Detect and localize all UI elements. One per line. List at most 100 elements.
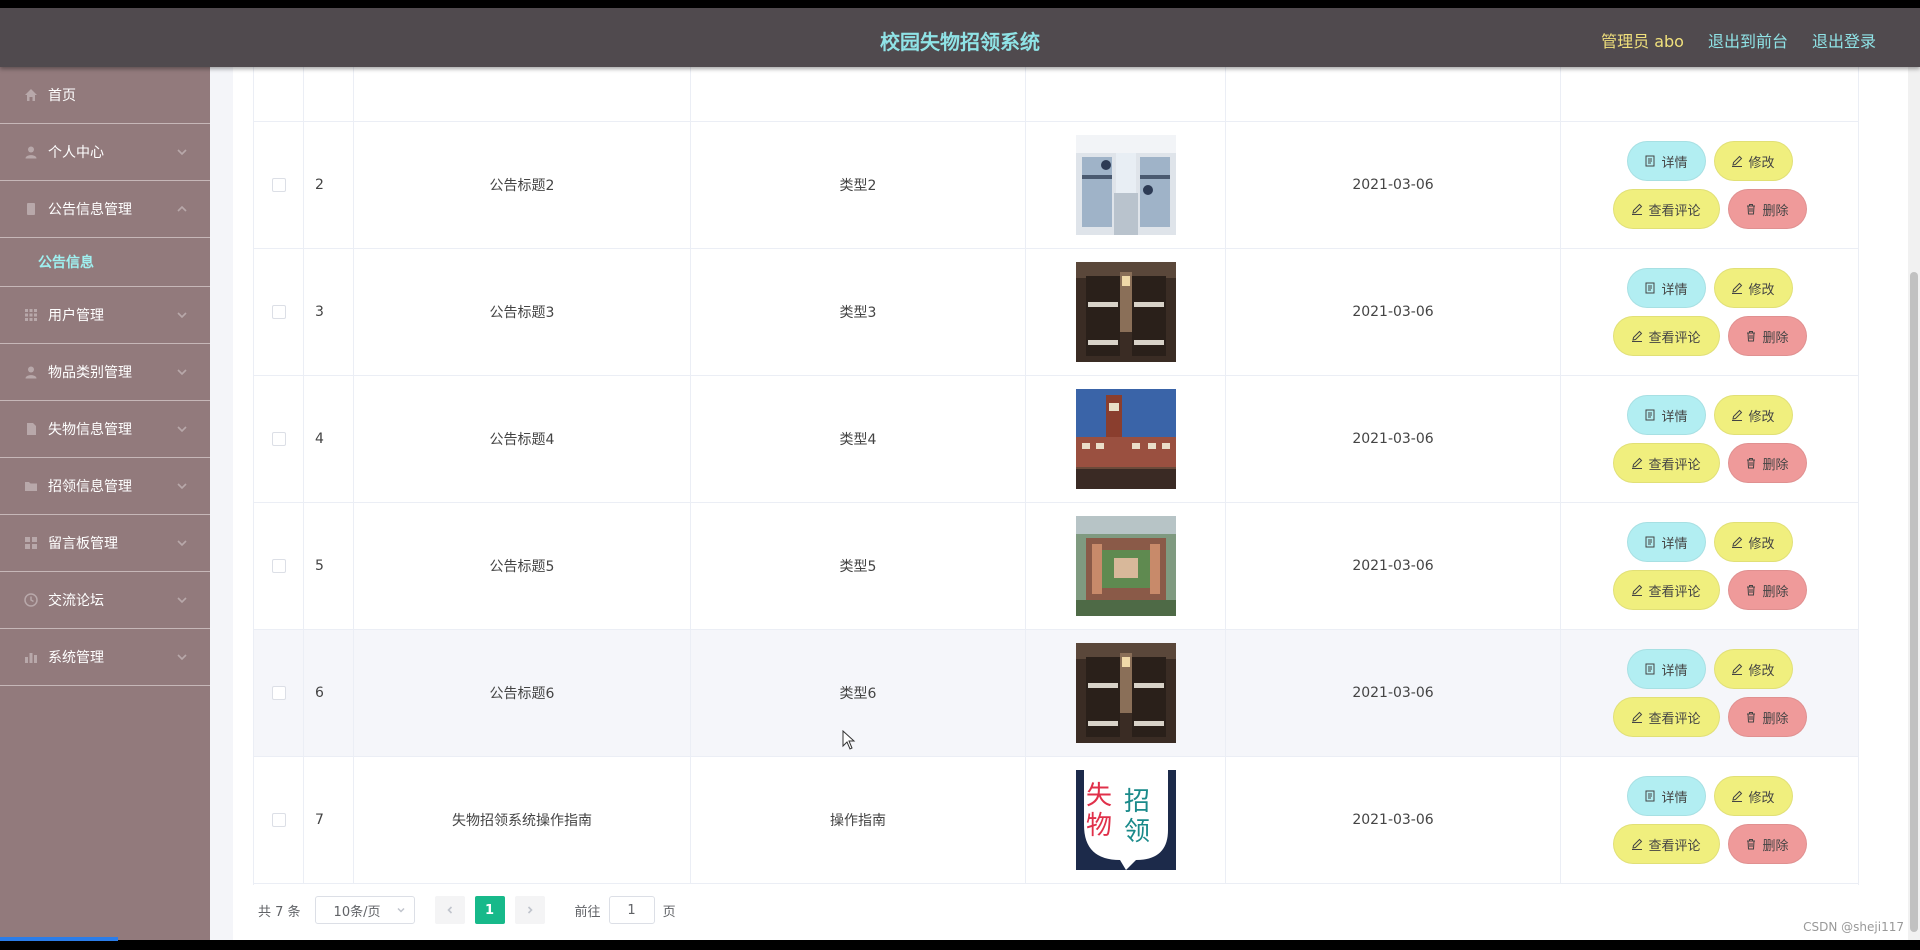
notice-type: 类型5 [691, 503, 1026, 629]
delete-button[interactable]: 删除 [1727, 443, 1807, 483]
delete-button[interactable]: 删除 [1727, 189, 1807, 229]
notice-table: 查看评论 删除 2公告标题2类型22021-03-06详情修改查看评论删除3公告… [253, 8, 1859, 885]
next-page-button[interactable] [514, 896, 545, 924]
notice-title: 公告标题6 [354, 630, 691, 756]
notice-type: 类型3 [691, 249, 1026, 375]
row-index: 7 [304, 757, 354, 883]
vertical-scrollbar[interactable] [1908, 67, 1920, 940]
sidebar-item-label: 用户管理 [48, 308, 104, 324]
sidebar-item-label: 公告信息管理 [48, 202, 132, 218]
view-comments-button[interactable]: 查看评论 [1612, 189, 1720, 229]
document-icon [1645, 536, 1655, 548]
chevron-down-icon [176, 480, 188, 492]
notice-image[interactable] [1075, 262, 1176, 362]
sidebar-item-label: 招领信息管理 [48, 479, 132, 495]
sidebar-item-lost-item-management[interactable]: 失物信息管理 [0, 401, 210, 458]
delete-button[interactable]: 删除 [1727, 570, 1807, 610]
notice-title: 公告标题5 [354, 503, 691, 629]
document-icon [1645, 155, 1655, 167]
notice-image[interactable] [1075, 389, 1176, 489]
row-checkbox[interactable] [271, 432, 286, 446]
sidebar-item-found-item-management[interactable]: 招领信息管理 [0, 458, 210, 515]
edit-button[interactable]: 修改 [1713, 395, 1793, 435]
edit-icon [1732, 282, 1743, 294]
row-checkbox[interactable] [271, 178, 286, 192]
sidebar-item-notice-management[interactable]: 公告信息管理 [0, 181, 210, 238]
goto-page-input[interactable]: 1 [608, 896, 655, 924]
document-icon [1645, 790, 1655, 802]
notice-image[interactable] [1075, 643, 1176, 743]
edit-button[interactable]: 修改 [1713, 268, 1793, 308]
notice-image[interactable] [1075, 135, 1176, 235]
edit-button[interactable]: 修改 [1713, 649, 1793, 689]
detail-button[interactable]: 详情 [1626, 522, 1706, 562]
notice-type: 操作指南 [691, 757, 1026, 883]
document-icon [1645, 663, 1655, 675]
chevron-down-icon [397, 907, 405, 913]
notice-title: 公告标题4 [354, 376, 691, 502]
row-checkbox[interactable] [271, 813, 286, 827]
logout-link[interactable]: 退出登录 [1812, 28, 1876, 52]
edit-icon [1632, 203, 1643, 215]
view-comments-button[interactable]: 查看评论 [1612, 316, 1720, 356]
edit-icon [1732, 663, 1743, 675]
loading-progress-bar [0, 937, 118, 941]
row-index: 4 [304, 376, 354, 502]
row-index: 2 [304, 122, 354, 248]
sidebar-item-home[interactable]: 首页 [0, 67, 210, 124]
sidebar-item-label: 留言板管理 [48, 536, 118, 552]
scrollbar-thumb[interactable] [1910, 272, 1918, 932]
edit-button[interactable]: 修改 [1713, 141, 1793, 181]
page-number-current[interactable]: 1 [474, 896, 505, 924]
detail-button[interactable]: 详情 [1626, 776, 1706, 816]
view-comments-button[interactable]: 查看评论 [1612, 697, 1720, 737]
publish-date: 2021-03-06 [1226, 503, 1561, 629]
chevron-down-icon [176, 146, 188, 158]
publish-date: 2021-03-06 [1226, 376, 1561, 502]
row-checkbox[interactable] [271, 559, 286, 573]
view-comments-button[interactable]: 查看评论 [1612, 443, 1720, 483]
view-comments-button[interactable]: 查看评论 [1612, 570, 1720, 610]
notice-image[interactable] [1075, 516, 1176, 616]
detail-button[interactable]: 详情 [1626, 268, 1706, 308]
row-checkbox[interactable] [271, 305, 286, 319]
exit-to-front-link[interactable]: 退出到前台 [1708, 28, 1788, 52]
delete-button[interactable]: 删除 [1727, 697, 1807, 737]
logo-char-4: 领 [1124, 817, 1150, 847]
sidebar-item-forum[interactable]: 交流论坛 [0, 572, 210, 629]
notice-title: 公告标题3 [354, 249, 691, 375]
edit-icon [1732, 790, 1743, 802]
bar-chart-icon [24, 650, 38, 664]
sidebar-item-personal-center[interactable]: 个人中心 [0, 124, 210, 181]
edit-icon [1732, 536, 1743, 548]
sidebar-subitem-notice-info[interactable]: 公告信息 [0, 238, 210, 287]
folder-icon [24, 479, 38, 493]
chevron-right-icon [527, 906, 533, 914]
view-comments-button[interactable]: 查看评论 [1612, 824, 1720, 864]
delete-button[interactable]: 删除 [1727, 316, 1807, 356]
prev-page-button[interactable] [434, 896, 465, 924]
total-count: 共 7 条 [258, 904, 301, 920]
edit-button[interactable]: 修改 [1713, 522, 1793, 562]
table-row: 6 公告标题6 类型6 2021-03-06 详情 修改 查看评论 删除 [254, 630, 1858, 757]
detail-button[interactable]: 详情 [1626, 649, 1706, 689]
page-size-select[interactable]: 10条/页 [314, 896, 415, 924]
grid-icon [24, 536, 38, 550]
notice-image[interactable]: 失招物领 [1075, 770, 1176, 870]
detail-button[interactable]: 详情 [1626, 395, 1706, 435]
edit-button[interactable]: 修改 [1713, 776, 1793, 816]
chevron-left-icon [446, 906, 452, 914]
table-row: 7 失物招领系统操作指南 操作指南失招物领 2021-03-06 详情 修改 查看评论 删除 [254, 757, 1858, 884]
chevron-down-icon [176, 309, 188, 321]
sidebar-item-user-management[interactable]: 用户管理 [0, 287, 210, 344]
delete-button[interactable]: 删除 [1727, 824, 1807, 864]
row-checkbox[interactable] [271, 686, 286, 700]
watermark: CSDN @sheji117 [1803, 920, 1904, 934]
notice-type: 类型2 [691, 122, 1026, 248]
trash-icon [1747, 331, 1756, 342]
sidebar-item-category-management[interactable]: 物品类别管理 [0, 344, 210, 401]
sidebar-item-message-board[interactable]: 留言板管理 [0, 515, 210, 572]
detail-button[interactable]: 详情 [1626, 141, 1706, 181]
sidebar-item-system-management[interactable]: 系统管理 [0, 629, 210, 686]
goto-label: 前往 [574, 904, 601, 920]
